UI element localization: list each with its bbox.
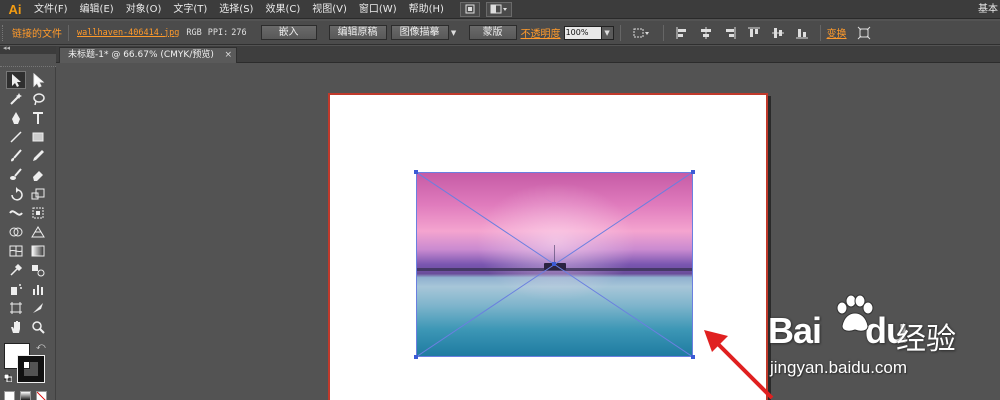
control-bar: 链接的文件 wallhaven-406414.jpg RGB PPI: 276 … bbox=[0, 21, 1000, 45]
watermark-brand-left: Bai bbox=[768, 310, 822, 351]
gradient-tool-icon[interactable] bbox=[28, 242, 48, 260]
blob-brush-tool-icon[interactable] bbox=[6, 166, 26, 184]
menu-item[interactable]: 编辑(E) bbox=[74, 0, 120, 19]
menu-bar: Ai 文件(F) 编辑(E) 对象(O) 文字(T) 选择(S) 效果(C) 视图(V) 窗口… bbox=[0, 0, 1000, 19]
toolbox-collapse-strip[interactable]: ◂◂ bbox=[0, 44, 56, 54]
width-tool-icon[interactable] bbox=[6, 204, 26, 222]
artboard-tool-icon[interactable] bbox=[6, 299, 26, 317]
opacity-input[interactable] bbox=[563, 25, 602, 40]
menu-items: 文件(F) 编辑(E) 对象(O) 文字(T) 选择(S) 效果(C) 视图(V) 窗口(W)… bbox=[28, 0, 450, 19]
resize-handle[interactable] bbox=[414, 355, 418, 359]
divider bbox=[819, 24, 821, 41]
align-bottom-icon[interactable] bbox=[795, 26, 809, 40]
swap-fill-stroke-icon[interactable]: ⤺ bbox=[36, 342, 46, 352]
bridge-icon[interactable] bbox=[459, 1, 480, 17]
symbol-sprayer-tool-icon[interactable] bbox=[6, 280, 26, 298]
slice-tool-icon[interactable] bbox=[28, 299, 48, 317]
workspace-switcher[interactable]: 基本 bbox=[978, 0, 998, 19]
none-mode-icon[interactable] bbox=[36, 391, 47, 400]
image-trace-button[interactable]: 图像描摹 bbox=[390, 25, 449, 40]
pencil-tool-icon[interactable] bbox=[28, 147, 48, 165]
isolate-group-icon[interactable] bbox=[857, 26, 871, 40]
align-right-icon[interactable] bbox=[723, 26, 737, 40]
document-tab-bar: 未标题-1* @ 66.67% (CMYK/预览) × bbox=[56, 46, 1000, 63]
opacity-dropdown-icon[interactable]: ▼ bbox=[601, 25, 614, 40]
hand-tool-icon[interactable] bbox=[6, 318, 26, 336]
paintbrush-tool-icon[interactable] bbox=[6, 147, 26, 165]
baidu-paw-icon bbox=[836, 294, 874, 332]
resize-handle[interactable] bbox=[414, 170, 418, 174]
rotate-tool-icon[interactable] bbox=[6, 185, 26, 203]
mesh-tool-icon[interactable] bbox=[6, 242, 26, 260]
menu-item[interactable]: 文字(T) bbox=[167, 0, 213, 19]
eraser-tool-icon[interactable] bbox=[28, 166, 48, 184]
baidu-jingyan-watermark: Bai du 经验 jingyan.baidu.com bbox=[760, 290, 1000, 395]
embed-button[interactable]: 嵌入 bbox=[260, 25, 317, 40]
menu-item[interactable]: 文件(F) bbox=[28, 0, 74, 19]
resize-handle[interactable] bbox=[691, 170, 695, 174]
blend-tool-icon[interactable] bbox=[28, 261, 48, 279]
align-to-icon[interactable] bbox=[632, 26, 652, 40]
app-logo: Ai bbox=[8, 1, 22, 17]
shape-builder-tool-icon[interactable] bbox=[6, 223, 26, 241]
mask-button[interactable]: 蒙版 bbox=[468, 25, 517, 40]
align-top-icon[interactable] bbox=[747, 26, 761, 40]
divider bbox=[619, 24, 621, 41]
transform-link[interactable]: 变换 bbox=[827, 25, 847, 40]
rectangle-tool-icon[interactable] bbox=[28, 128, 48, 146]
document-tab[interactable]: 未标题-1* @ 66.67% (CMYK/预览) × bbox=[59, 47, 237, 63]
toolbox: ⤺ bbox=[0, 66, 56, 400]
column-graph-tool-icon[interactable] bbox=[28, 280, 48, 298]
linked-file-label[interactable]: 链接的文件 bbox=[12, 25, 62, 40]
center-point-handle[interactable] bbox=[552, 262, 556, 266]
watermark-cn: 经验 bbox=[896, 322, 956, 357]
line-tool-icon[interactable] bbox=[6, 128, 26, 146]
menu-item[interactable]: 帮助(H) bbox=[403, 0, 450, 19]
color-mode-text: RGB bbox=[186, 27, 202, 38]
linked-filename-link[interactable]: wallhaven-406414.jpg bbox=[77, 28, 179, 38]
ppi-value: 276 bbox=[231, 27, 247, 38]
toolbox-grip[interactable] bbox=[0, 66, 56, 70]
opacity-label[interactable]: 不透明度 bbox=[521, 25, 561, 40]
menu-item[interactable]: 视图(V) bbox=[306, 0, 353, 19]
menubar-icons bbox=[459, 1, 512, 17]
direct-selection-tool-icon[interactable] bbox=[28, 71, 48, 89]
default-fill-stroke-icon[interactable] bbox=[4, 374, 12, 382]
type-tool-icon[interactable] bbox=[28, 109, 48, 127]
menu-item[interactable]: 窗口(W) bbox=[353, 0, 403, 19]
image-trace-dropdown-icon[interactable]: ▼ bbox=[449, 25, 459, 40]
resize-handle[interactable] bbox=[691, 355, 695, 359]
divider bbox=[662, 24, 664, 41]
align-left-icon[interactable] bbox=[675, 26, 689, 40]
pen-tool-icon[interactable] bbox=[6, 109, 26, 127]
control-bar-grip[interactable] bbox=[2, 24, 8, 41]
ppi-label: PPI: bbox=[207, 27, 229, 38]
divider bbox=[68, 24, 69, 41]
perspective-grid-tool-icon[interactable] bbox=[28, 223, 48, 241]
close-icon[interactable]: × bbox=[224, 48, 232, 62]
menu-item[interactable]: 对象(O) bbox=[120, 0, 168, 19]
lasso-tool-icon[interactable] bbox=[28, 90, 48, 108]
gradient-mode-icon[interactable] bbox=[20, 391, 31, 400]
magic-wand-tool-icon[interactable] bbox=[6, 90, 26, 108]
menu-item[interactable]: 效果(C) bbox=[259, 0, 306, 19]
align-middle-icon[interactable] bbox=[771, 26, 785, 40]
edit-original-button[interactable]: 编辑原稿 bbox=[328, 25, 387, 40]
align-center-icon[interactable] bbox=[699, 26, 713, 40]
selection-tool-icon[interactable] bbox=[6, 71, 26, 89]
stroke-color-swatch[interactable] bbox=[17, 355, 45, 383]
color-mode-icon[interactable] bbox=[4, 391, 15, 400]
watermark-url: jingyan.baidu.com bbox=[770, 358, 908, 377]
zoom-tool-icon[interactable] bbox=[28, 318, 48, 336]
scale-tool-icon[interactable] bbox=[28, 185, 48, 203]
free-transform-tool-icon[interactable] bbox=[28, 204, 48, 222]
menu-item[interactable]: 选择(S) bbox=[213, 0, 259, 19]
eyedropper-tool-icon[interactable] bbox=[6, 261, 26, 279]
document-tab-title: 未标题-1* @ 66.67% (CMYK/预览) bbox=[68, 50, 214, 60]
collapse-icon[interactable]: ◂◂ bbox=[3, 44, 10, 52]
arrange-documents-icon[interactable] bbox=[485, 1, 512, 17]
